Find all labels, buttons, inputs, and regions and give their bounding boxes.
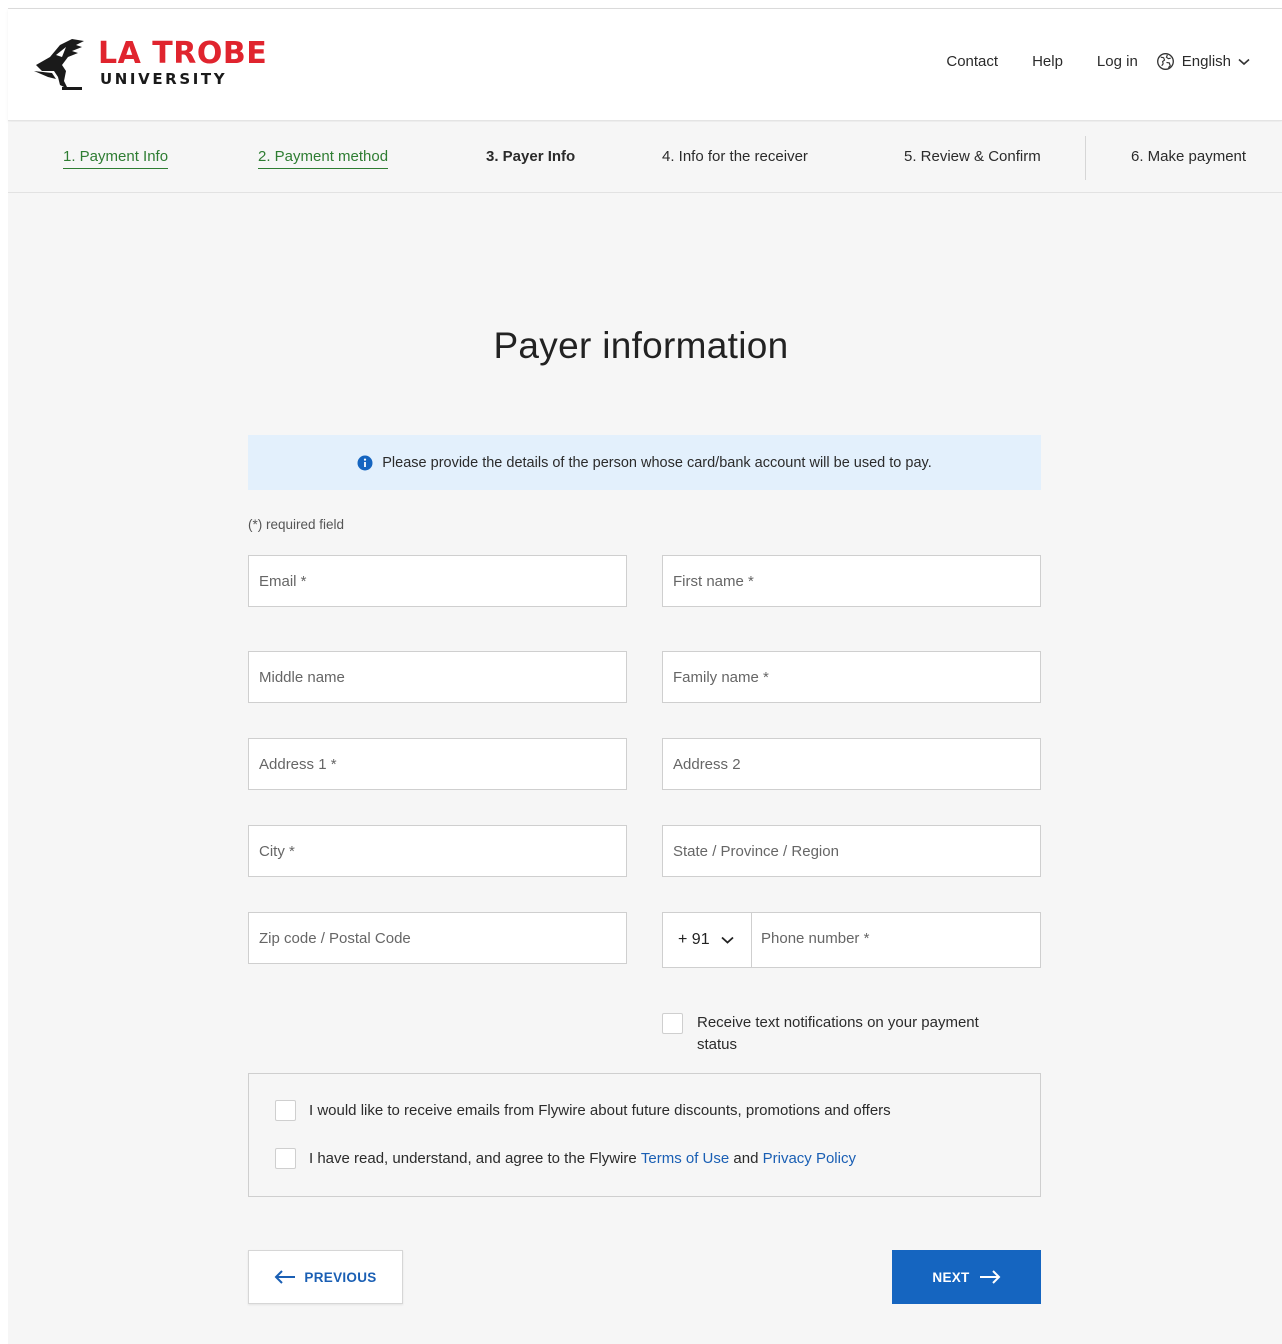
logo-text-university: UNIVERSITY bbox=[100, 70, 228, 88]
family-name-field-wrapper bbox=[662, 651, 1041, 703]
state-field-wrapper bbox=[662, 825, 1041, 877]
sms-checkbox[interactable] bbox=[662, 1013, 683, 1034]
family-name-input[interactable] bbox=[673, 652, 1040, 702]
info-banner: Please provide the details of the person… bbox=[248, 435, 1041, 490]
marketing-consent-row: I would like to receive emails from Flyw… bbox=[275, 1100, 891, 1121]
help-link[interactable]: Help bbox=[1032, 53, 1063, 70]
address1-field-wrapper bbox=[248, 738, 627, 790]
globe-icon bbox=[1156, 53, 1174, 70]
contact-link[interactable]: Contact bbox=[946, 53, 998, 70]
arrow-left-icon bbox=[274, 1270, 296, 1284]
address2-field-wrapper bbox=[662, 738, 1041, 790]
zip-field-wrapper bbox=[248, 912, 627, 964]
phone-input-wrapper bbox=[752, 913, 1040, 967]
middle-name-input[interactable] bbox=[259, 652, 626, 702]
step-make-payment: 6. Make payment bbox=[1131, 148, 1247, 165]
country-code-select[interactable]: + 91 bbox=[663, 913, 752, 967]
previous-button[interactable]: PREVIOUS bbox=[248, 1250, 403, 1304]
phone-input[interactable] bbox=[761, 929, 1040, 947]
country-code-value: + 91 bbox=[678, 931, 710, 948]
sms-label: Receive text notifications on your payme… bbox=[697, 1014, 979, 1053]
step-receiver-info: 4. Info for the receiver bbox=[662, 148, 808, 165]
previous-label: PREVIOUS bbox=[304, 1269, 377, 1285]
info-text: Please provide the details of the person… bbox=[382, 454, 932, 471]
marketing-checkbox[interactable] bbox=[275, 1100, 296, 1121]
site-header: LA TROBE UNIVERSITY Contact Help Log in … bbox=[8, 9, 1282, 121]
address1-input[interactable] bbox=[259, 739, 626, 789]
address2-input[interactable] bbox=[673, 739, 1040, 789]
terms-consent-row: I have read, understand, and agree to th… bbox=[275, 1148, 856, 1169]
required-note: (*) required field bbox=[248, 517, 345, 532]
chevron-down-icon bbox=[1238, 58, 1250, 65]
language-label: English bbox=[1181, 53, 1231, 70]
login-link[interactable]: Log in bbox=[1097, 53, 1138, 70]
step-payment-info[interactable]: 1. Payment Info bbox=[63, 148, 169, 169]
privacy-policy-link[interactable]: Privacy Policy bbox=[763, 1150, 856, 1167]
step-payment-method[interactable]: 2. Payment method bbox=[258, 148, 389, 169]
city-field-wrapper bbox=[248, 825, 627, 877]
page-title: Payer information bbox=[493, 325, 789, 366]
marketing-label: I would like to receive emails from Flyw… bbox=[309, 1102, 891, 1119]
eagle-logo-icon bbox=[34, 39, 84, 90]
sms-notification-option: Receive text notifications on your payme… bbox=[662, 1012, 1041, 1056]
email-input[interactable] bbox=[259, 556, 626, 606]
terms-of-use-link[interactable]: Terms of Use bbox=[641, 1150, 729, 1167]
chevron-down-icon bbox=[720, 936, 734, 944]
la-trobe-logo[interactable]: LA TROBE UNIVERSITY bbox=[32, 35, 272, 95]
header-nav: Contact Help Log in English bbox=[912, 52, 1250, 71]
progress-steps: 1. Payment Info 2. Payment method 3. Pay… bbox=[8, 122, 1282, 193]
terms-label-prefix: I have read, understand, and agree to th… bbox=[309, 1150, 641, 1167]
city-input[interactable] bbox=[259, 826, 626, 876]
terms-label-and: and bbox=[729, 1150, 763, 1167]
first-name-field-wrapper bbox=[662, 555, 1041, 607]
next-button[interactable]: NEXT bbox=[892, 1250, 1041, 1304]
email-field-wrapper bbox=[248, 555, 627, 607]
first-name-input[interactable] bbox=[673, 556, 1040, 606]
terms-checkbox[interactable] bbox=[275, 1148, 296, 1169]
arrow-right-icon bbox=[979, 1270, 1001, 1284]
zip-input[interactable] bbox=[259, 913, 626, 963]
consent-box: I would like to receive emails from Flyw… bbox=[248, 1073, 1041, 1197]
next-label: NEXT bbox=[932, 1269, 970, 1285]
step-review-confirm: 5. Review & Confirm bbox=[904, 148, 1041, 165]
phone-field-wrapper: + 91 bbox=[662, 912, 1041, 968]
language-selector[interactable]: English bbox=[1156, 52, 1250, 71]
state-input[interactable] bbox=[673, 826, 1040, 876]
step-payer-info: 3. Payer Info bbox=[486, 148, 576, 165]
steps-divider bbox=[1085, 136, 1086, 180]
logo-text-latrobe: LA TROBE bbox=[98, 36, 268, 71]
middle-name-field-wrapper bbox=[248, 651, 627, 703]
info-icon bbox=[357, 455, 373, 470]
